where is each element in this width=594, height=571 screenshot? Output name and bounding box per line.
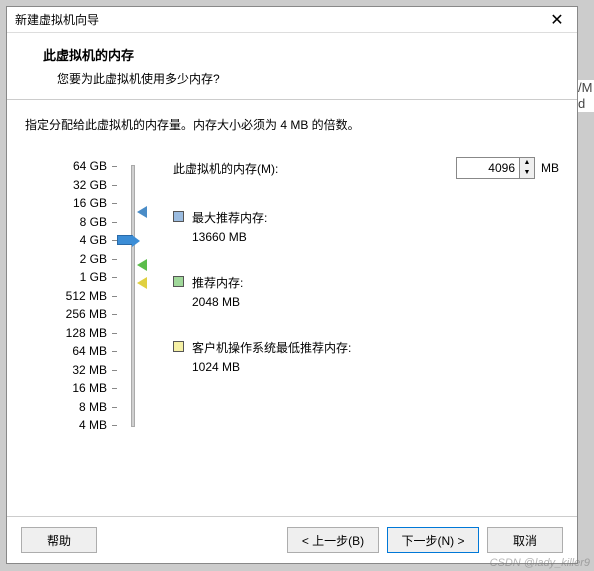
slider-thumb[interactable]	[117, 235, 133, 245]
bg-text2: d	[578, 96, 585, 111]
back-button[interactable]: < 上一步(B)	[287, 527, 379, 553]
scale-tick: 128 MB	[43, 324, 107, 343]
memory-unit: MB	[541, 161, 559, 175]
instruction-text: 指定分配给此虚拟机的内存量。内存大小必须为 4 MB 的倍数。	[25, 116, 559, 133]
marker-min-icon	[137, 277, 147, 289]
bg-text: /M	[578, 80, 592, 95]
scale-tick: 16 MB	[43, 379, 107, 398]
scale-tick: 256 MB	[43, 305, 107, 324]
scale-tick: 64 MB	[43, 342, 107, 361]
scale-tick: 32 GB	[43, 176, 107, 195]
rec-max-title: 最大推荐内存:	[192, 209, 267, 226]
titlebar: 新建虚拟机向导 ✕	[7, 7, 577, 33]
scale-tick: 64 GB	[43, 157, 107, 176]
square-green-icon	[173, 276, 184, 287]
window-title: 新建虚拟机向导	[15, 11, 537, 28]
scale-tick: 8 GB	[43, 213, 107, 232]
rec-min-title: 客户机操作系统最低推荐内存:	[192, 339, 351, 356]
scale-tick: 512 MB	[43, 287, 107, 306]
memory-spinner[interactable]: ▲ ▼	[456, 157, 535, 179]
square-yellow-icon	[173, 341, 184, 352]
square-blue-icon	[173, 211, 184, 222]
page-subheading: 您要为此虚拟机使用多少内存?	[43, 70, 569, 87]
wizard-footer: 帮助 < 上一步(B) 下一步(N) > 取消	[7, 516, 577, 563]
page-heading: 此虚拟机的内存	[43, 45, 569, 64]
memory-panel: 64 GB 32 GB 16 GB 8 GB 4 GB 2 GB 1 GB 51…	[25, 157, 559, 435]
next-button[interactable]: 下一步(N) >	[387, 527, 479, 553]
memory-input[interactable]	[457, 159, 519, 177]
memory-field-label: 此虚拟机的内存(M):	[173, 160, 456, 177]
rec-title: 推荐内存:	[192, 274, 243, 291]
scale-tick: 2 GB	[43, 250, 107, 269]
rec-value: 2048 MB	[192, 295, 243, 309]
memory-scale: 64 GB 32 GB 16 GB 8 GB 4 GB 2 GB 1 GB 51…	[43, 157, 107, 435]
rec-rec: 推荐内存: 2048 MB	[173, 274, 559, 309]
scale-tick: 4 MB	[43, 416, 107, 435]
help-button[interactable]: 帮助	[21, 527, 97, 553]
wizard-content: 指定分配给此虚拟机的内存量。内存大小必须为 4 MB 的倍数。 64 GB 32…	[7, 100, 577, 445]
scale-tick: 8 MB	[43, 398, 107, 417]
rec-min: 客户机操作系统最低推荐内存: 1024 MB	[173, 339, 559, 374]
close-button[interactable]: ✕	[537, 7, 577, 33]
rec-min-value: 1024 MB	[192, 360, 351, 374]
rec-max: 最大推荐内存: 13660 MB	[173, 209, 559, 244]
cancel-button[interactable]: 取消	[487, 527, 563, 553]
marker-rec-icon	[137, 259, 147, 271]
slider-track	[131, 165, 135, 427]
scale-tick: 1 GB	[43, 268, 107, 287]
spinner-down-icon[interactable]: ▼	[520, 168, 534, 178]
wizard-header: 此虚拟机的内存 您要为此虚拟机使用多少内存?	[7, 33, 577, 100]
wizard-dialog: 新建虚拟机向导 ✕ 此虚拟机的内存 您要为此虚拟机使用多少内存? 指定分配给此虚…	[6, 6, 578, 564]
spinner-up-icon[interactable]: ▲	[520, 158, 534, 168]
rec-max-value: 13660 MB	[192, 230, 267, 244]
watermark: CSDN @lady_killer9	[490, 557, 590, 569]
scale-tick: 16 GB	[43, 194, 107, 213]
close-icon: ✕	[550, 10, 563, 30]
scale-tick: 32 MB	[43, 361, 107, 380]
marker-max-icon	[137, 206, 147, 218]
scale-tick: 4 GB	[43, 231, 107, 250]
memory-slider[interactable]	[123, 157, 151, 435]
memory-info: 此虚拟机的内存(M): ▲ ▼ MB 最大推荐内存: 13660 MB	[167, 157, 559, 435]
